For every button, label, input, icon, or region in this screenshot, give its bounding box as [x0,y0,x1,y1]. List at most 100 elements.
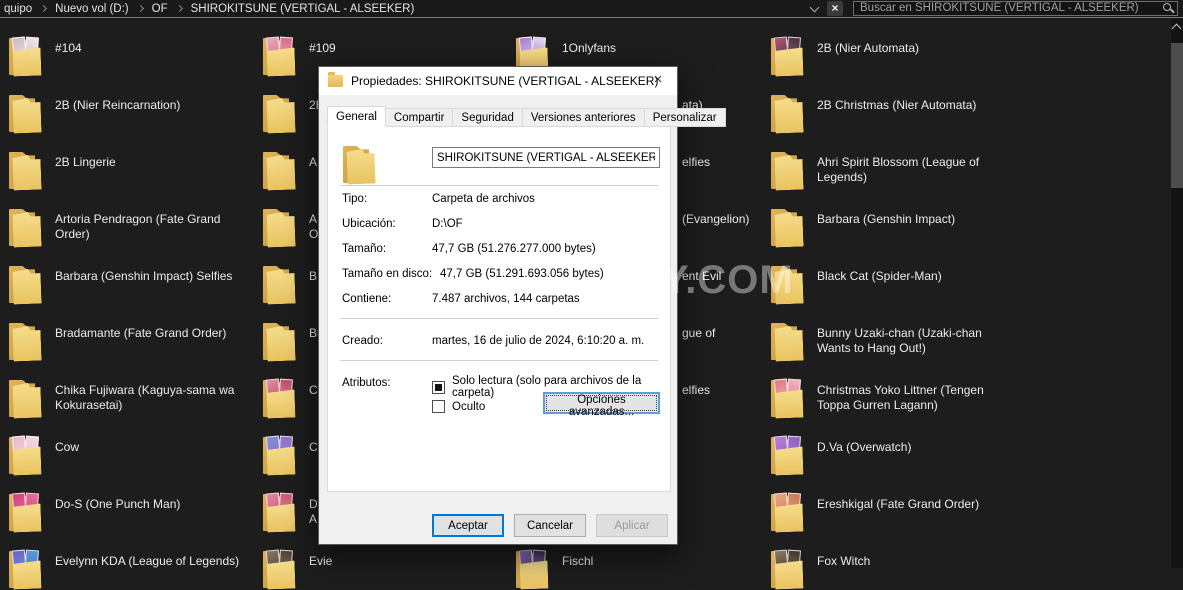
folder-item[interactable]: Barbara (Genshin Impact) [770,206,1017,248]
folder-icon [8,548,42,590]
info-label: Contiene: [342,293,392,305]
folder-item[interactable]: Cow [8,434,255,476]
folder-item[interactable]: 2B (Nier Automata) [770,35,1017,77]
folder-icon [8,149,42,191]
folder-item-label: Artoria Pendragon (Fate Grand Order) [55,212,221,241]
info-row-tamano: Tamaño: 47,7 GB (51.276.277.000 bytes) [342,243,662,255]
tab-compartir[interactable]: Compartir [385,108,454,127]
folder-column-1: #104 2B (Nier Reincarnation) 2B Lingerie Ar… [8,18,260,568]
properties-dialog: Propiedades: SHIROKITSUNE (VERTIGAL - AL… [318,66,726,545]
folder-item-label: Cow [55,440,80,454]
general-tab-page: Tipo: Carpeta de archivos Ubicación: D:\… [327,126,671,492]
search-icon[interactable] [1163,3,1171,11]
hidden-checkbox[interactable] [432,400,445,413]
info-value: 7.487 archivos, 144 carpetas [432,293,580,305]
folder-item[interactable]: Artoria Pendragon (Fate Grand Order) [8,206,255,248]
folder-item-label: Bradamante (Fate Grand Order) [55,326,227,340]
folder-name-input[interactable] [432,147,660,168]
tab-general[interactable]: General [327,106,386,127]
close-icon[interactable]: × [647,70,669,90]
folder-item[interactable]: Christmas Yoko Littner (Tengen Toppa Gur… [770,377,1017,419]
search-input[interactable]: Buscar en SHIROKITSUNE (VERTIGAL - ALSEE… [853,1,1178,16]
folder-icon [8,377,42,419]
tab-seguridad[interactable]: Seguridad [453,108,523,127]
folder-icon [8,491,42,533]
folder-item-label: Bunny Uzaki-chan (Uzaki-chan Wants to Ha… [817,326,982,355]
folder-icon [770,92,804,134]
folder-item-label: Christmas Yoko Littner (Tengen Toppa Gur… [817,383,984,412]
folder-column-4: 2B (Nier Automata) 2B Christmas (Nier Aut… [770,18,1022,568]
hidden-label: Oculto [452,400,486,413]
advanced-options-button[interactable]: Opciones avanzadas... [543,392,660,418]
folder-icon [262,149,296,191]
folder-item-label: 2B Christmas (Nier Automata) [817,98,977,112]
folder-item-label: Barbara (Genshin Impact) Selfies [55,269,233,283]
dialog-buttons: Aceptar Cancelar Aplicar [432,514,668,537]
tab-personalizar[interactable]: Personalizar [644,108,726,127]
folder-item[interactable]: Ahri Spirit Blossom (League of Legends) [770,149,1017,191]
folder-item[interactable]: Evelynn KDA (League of Legends) [8,548,255,590]
folder-item-label: Evie [309,554,333,568]
breadcrumb-item-of[interactable]: OF [148,3,172,15]
accept-button[interactable]: Aceptar [432,514,504,537]
folder-icon [262,434,296,476]
folder-item[interactable]: 2B Christmas (Nier Automata) [770,92,1017,134]
folder-icon [770,35,804,77]
folder-item[interactable]: Chika Fujiwara (Kaguya-sama wa Kokuraset… [8,377,255,419]
folder-item[interactable]: Bradamante (Fate Grand Order) [8,320,255,362]
folder-item[interactable]: Ereshkigal (Fate Grand Order) [770,491,1017,533]
info-row-contiene: Contiene: 7.487 archivos, 144 carpetas [342,293,662,305]
folder-item[interactable]: Barbara (Genshin Impact) Selfies [8,263,255,305]
scroll-up-icon[interactable] [1171,23,1182,34]
folder-item[interactable]: #104 [8,35,255,77]
readonly-checkbox[interactable] [432,380,445,394]
folder-item[interactable]: 2B (Nier Reincarnation) [8,92,255,134]
breadcrumb-item-equipo[interactable]: quipo [0,3,36,15]
folder-icon [8,35,42,77]
folder-item-label: Fox Witch [817,554,871,568]
folder-item-label: 2B (Nier Reincarnation) [55,98,181,112]
chevron-right-icon [136,4,144,13]
folder-icon [262,491,296,533]
chevron-down-icon[interactable] [809,2,820,13]
folder-item-label: Ahri Spirit Blossom (League of Legends) [817,155,980,184]
folder-icon [262,206,296,248]
folder-item[interactable]: 2B Lingerie [8,149,255,191]
folder-item-label: Do-S (One Punch Man) [55,497,181,511]
folder-item[interactable]: Evie [262,548,509,590]
separator [340,185,658,186]
vertical-scrollbar[interactable] [1171,19,1183,568]
dialog-tabs: General Compartir Seguridad Versiones an… [327,106,726,127]
folder-item-label: 2B (Nier Automata) [817,41,920,55]
folder-icon [262,548,296,590]
breadcrumb-item-current[interactable]: SHIROKITSUNE (VERTIGAL - ALSEEKER) [187,3,419,15]
folder-icon [8,206,42,248]
scrollbar-thumb[interactable] [1171,43,1183,188]
folder-icon [262,92,296,134]
info-label: Tamaño: [342,243,387,255]
folder-item[interactable]: D.Va (Overwatch) [770,434,1017,476]
refresh-stop-icon[interactable]: × [827,1,843,16]
folder-item[interactable]: Fischl [515,548,762,590]
folder-item-label: #109 [309,41,336,55]
folder-icon [770,149,804,191]
folder-item-label: #104 [55,41,82,55]
breadcrumb-item-drive[interactable]: Nuevo vol (D:) [51,3,133,15]
chevron-right-icon [40,4,48,13]
info-value: Carpeta de archivos [432,193,535,205]
folder-item[interactable]: Black Cat (Spider-Man) [770,263,1017,305]
folder-item[interactable]: Bunny Uzaki-chan (Uzaki-chan Wants to Ha… [770,320,1017,362]
tab-versiones-anteriores[interactable]: Versiones anteriores [522,108,645,127]
address-toolbar: quipo Nuevo vol (D:) OF SHIROKITSUNE (VE… [0,0,1183,18]
folder-icon [8,320,42,362]
folder-icon [770,206,804,248]
folder-item-label: 1Onlyfans [562,41,617,55]
info-value: D:\OF [432,218,463,230]
folder-icon [770,377,804,419]
folder-item-label: Barbara (Genshin Impact) [817,212,956,226]
apply-button[interactable]: Aplicar [596,514,668,537]
folder-item[interactable]: Do-S (One Punch Man) [8,491,255,533]
folder-item[interactable]: Fox Witch [770,548,1017,590]
cancel-button[interactable]: Cancelar [514,514,586,537]
info-label: Ubicación: [342,218,396,230]
